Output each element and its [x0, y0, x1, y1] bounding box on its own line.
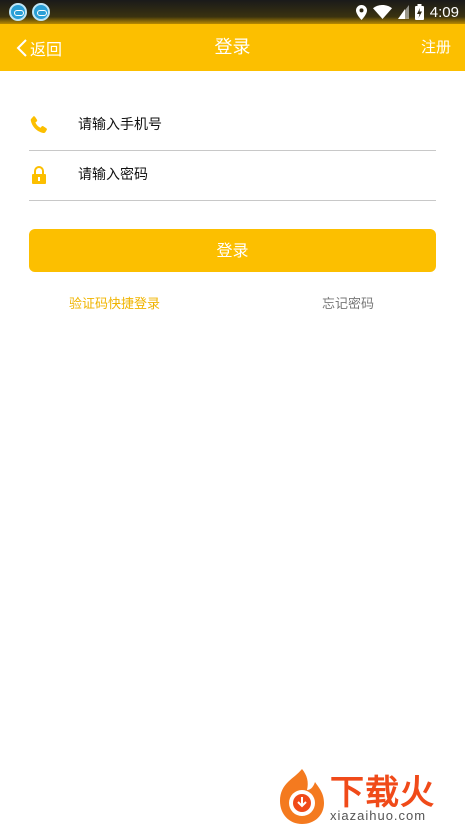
status-bar: 4:09 — [0, 0, 465, 24]
password-field-row — [29, 151, 436, 201]
status-icons: 4:09 — [355, 0, 459, 24]
wifi-icon — [372, 5, 392, 19]
page-title: 登录 — [214, 37, 251, 58]
back-button[interactable]: 返回 — [16, 24, 62, 71]
login-button[interactable]: 登录 — [29, 229, 436, 272]
password-input[interactable] — [78, 151, 428, 199]
register-button[interactable]: 注册 — [421, 24, 451, 71]
phone-icon — [30, 116, 47, 134]
watermark: 下载火 xiazaihuo.com — [272, 765, 462, 827]
app-notification-icon — [9, 3, 27, 21]
battery-icon — [414, 4, 424, 20]
flame-logo-icon — [280, 769, 324, 824]
phone-field-row — [29, 101, 436, 151]
app-header: 返回 登录 注册 — [0, 24, 465, 71]
back-label: 返回 — [30, 39, 63, 59]
sms-login-link[interactable]: 验证码快捷登录 — [69, 293, 160, 312]
watermark-domain: xiazaihuo.com — [330, 808, 427, 823]
forgot-password-link[interactable]: 忘记密码 — [322, 293, 374, 312]
clock: 4:09 — [429, 3, 459, 21]
lock-icon — [32, 166, 46, 184]
phone-input[interactable] — [78, 101, 428, 149]
location-icon — [355, 4, 367, 20]
watermark-brand: 下载火 — [330, 773, 435, 813]
signal-icon — [397, 5, 409, 19]
chevron-left-icon — [16, 38, 27, 57]
app-notification-icon — [32, 3, 50, 21]
